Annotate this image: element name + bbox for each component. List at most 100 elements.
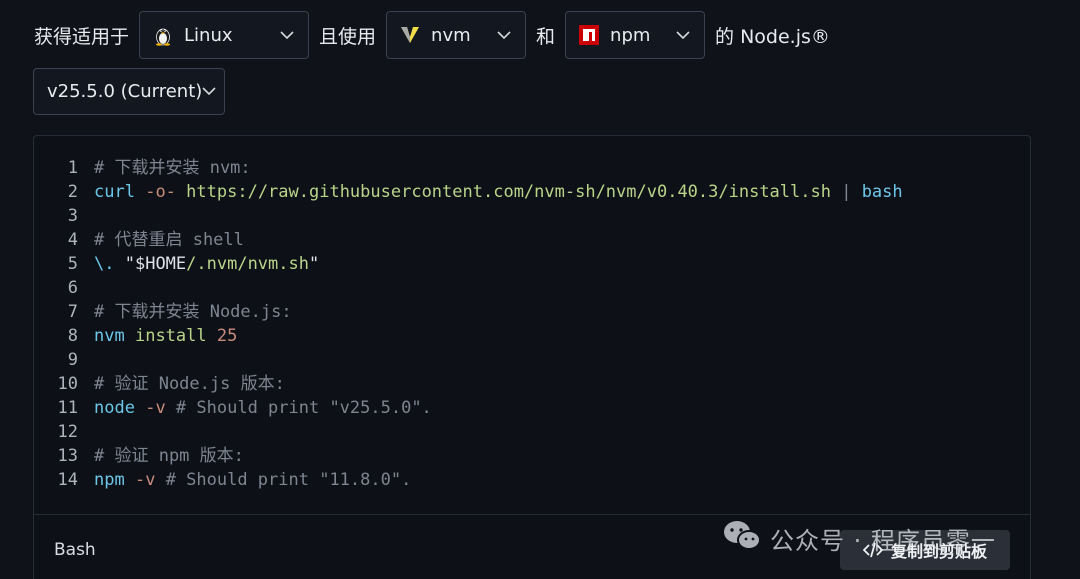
code-token: node [94,398,135,418]
code-line: 10 # 验证 Node.js 版本: [34,372,1030,396]
code-line: 8 nvm install 25 [34,324,1030,348]
use-text: 且使用 [319,25,377,48]
code-token: | [830,182,862,202]
code-lines: 1 # 下载并安装 nvm: 2 curl -o- https://raw.githu… [34,156,1030,492]
code-text: node -v # Should print "v25.5.0". [78,396,432,420]
code-token: 25 [216,326,238,346]
code-token: bash [861,182,903,202]
code-token: https://raw.githubusercontent.com/nvm-sh… [186,182,831,202]
chevron-down-icon [497,30,511,40]
code-text: npm -v # Should print "11.8.0". [78,468,411,492]
line-number: 3 [67,206,78,226]
download-page: 获得适用于 Linux 且使用 nvm 和 npm 的 Node.js® v25… [0,0,1080,579]
code-token: # 验证 Node.js 版本: [94,374,285,394]
code-text: # 代替重启 shell [78,228,244,252]
nvm-icon [399,24,421,46]
code-token: # Should print "v25.5.0". [165,398,432,418]
copy-to-clipboard-button[interactable]: 复制到剪贴板 [840,530,1010,570]
code-token: /.nvm/nvm.sh [186,254,309,274]
line-number: 14 [57,470,78,490]
code-line: 9 [34,348,1030,372]
code-token: nvm [94,326,125,346]
code-line: 13 # 验证 npm 版本: [34,444,1030,468]
package-manager-label: npm [610,24,651,46]
line-number: 2 [67,182,78,202]
code-line: 2 curl -o- https://raw.githubusercontent.… [34,180,1030,204]
copy-button-label: 复制到剪贴板 [890,542,987,561]
code-brackets-icon [862,542,883,558]
code-line: 12 [34,420,1030,444]
version-manager-select[interactable]: nvm [386,11,527,59]
code-footer-divider [34,514,1030,515]
package-manager-select[interactable]: npm [565,11,706,59]
line-number: 13 [57,446,78,466]
line-number: 6 [67,278,78,298]
code-token: -v [145,398,166,418]
code-token: # 下载并安装 nvm: [94,158,251,178]
node-version-label: v25.5.0 (Current) [47,81,203,102]
line-number: 5 [67,254,78,274]
line-number: 9 [67,350,78,370]
code-line: 11 node -v # Should print "v25.5.0". [34,396,1030,420]
code-token: " [308,254,320,274]
chevron-down-icon [676,30,690,40]
and-text: 和 [536,25,556,48]
os-select[interactable]: Linux [139,11,310,59]
code-line: 3 [34,204,1030,228]
linux-tux-icon [152,24,174,46]
line-number: 11 [57,398,78,418]
line-number: 4 [67,230,78,250]
code-line: 4 # 代替重启 shell [34,228,1030,252]
line-number: 7 [67,302,78,322]
prefix-text: 获得适用于 [34,25,130,48]
code-token: $HOME [134,254,187,274]
code-text: # 验证 npm 版本: [78,444,244,468]
code-token: install [134,326,207,346]
suffix-text: 的 Node.js® [715,25,830,48]
code-token: \. [94,254,115,274]
code-line: 14 npm -v # Should print "11.8.0". [34,468,1030,492]
platform-selector-row: 获得适用于 Linux 且使用 nvm 和 npm 的 Node.js® [34,11,830,59]
code-line: 6 [34,276,1030,300]
code-text: # 下载并安装 nvm: [78,156,251,180]
version-manager-label: nvm [431,24,471,46]
line-number: 1 [67,158,78,178]
os-select-label: Linux [184,24,233,46]
code-line: 1 # 下载并安装 nvm: [34,156,1030,180]
code-text: \. "$HOME/.nvm/nvm.sh" [78,252,319,276]
code-token: " [114,254,135,274]
code-token: # 验证 npm 版本: [94,446,244,466]
code-token: npm [94,470,125,490]
code-text: # 下载并安装 Node.js: [78,300,292,324]
code-block: 1 # 下载并安装 nvm: 2 curl -o- https://raw.githu… [33,135,1031,579]
code-token: # 代替重启 shell [94,230,244,250]
language-label: Bash [54,540,96,560]
line-number: 10 [57,374,78,394]
code-token: -o- [145,182,176,202]
node-version-select[interactable]: v25.5.0 (Current) [33,68,225,115]
code-text: curl -o- https://raw.githubusercontent.c… [78,180,903,204]
code-token: # Should print "11.8.0". [155,470,412,490]
line-number: 8 [67,326,78,346]
chevron-down-icon [280,30,294,40]
code-line: 5 \. "$HOME/.nvm/nvm.sh" [34,252,1030,276]
code-token: # 下载并安装 Node.js: [94,302,292,322]
code-text: nvm install 25 [78,324,237,348]
code-text: # 验证 Node.js 版本: [78,372,285,396]
code-token: curl [94,182,135,202]
code-line: 7 # 下载并安装 Node.js: [34,300,1030,324]
line-number: 12 [57,422,78,442]
code-token: -v [134,470,156,490]
chevron-down-icon [202,87,216,96]
npm-icon [578,24,600,46]
